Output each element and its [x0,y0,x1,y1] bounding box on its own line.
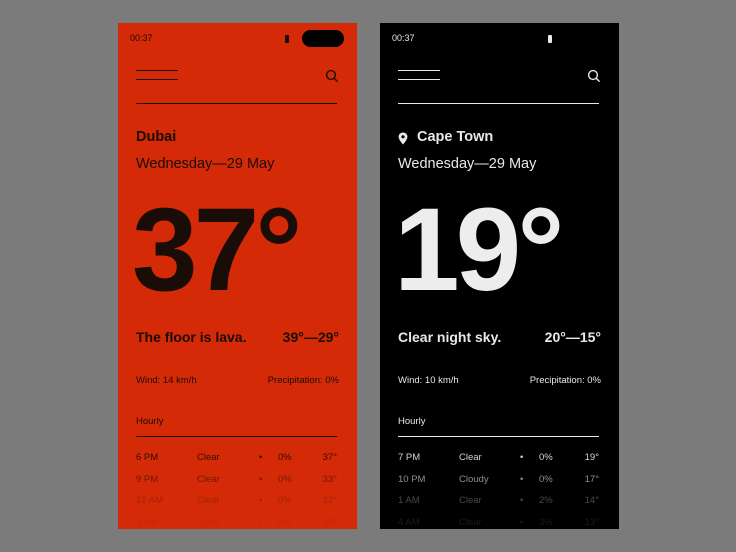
header-divider [398,103,599,105]
rain-drop-icon: • [520,452,524,463]
weather-screen-dubai: 00:37 Dubai Wednesday—29 May 37° The flo… [118,23,357,529]
menu-icon[interactable] [136,70,178,82]
current-temperature: 19° [394,184,564,316]
hour-temperature: 19° [584,452,599,463]
hourly-divider [136,436,337,438]
hour-temperature: 17° [584,473,599,485]
rain-drop-icon: • [259,473,263,485]
temperature-range: 20°—15° [544,329,601,345]
hourly-row: 10 PM Cloudy • 0% 17° [398,474,599,496]
hourly-title[interactable]: Hourly [136,416,163,427]
rain-drop-icon: • [520,516,524,528]
hour-time: 6 PM [136,452,159,463]
hour-time: 3 AM [136,516,158,528]
hourly-row: 9 PM Clear • 0% 33° [136,474,337,496]
hour-condition: Clear [197,516,220,528]
weather-description: The floor is lava. [136,329,247,345]
hourly-row: 3 AM Clear • 0% 30° [136,517,337,530]
hourly-title[interactable]: Hourly [398,416,425,427]
rain-drop-icon: • [520,473,524,485]
hourly-row: 12 AM Clear • 0% 32° [136,495,337,517]
hour-precipitation: 0% [539,473,553,485]
current-temperature: 37° [132,184,302,316]
rain-drop-icon: • [259,452,263,463]
wind-speed: Wind: 14 km/h [136,375,197,386]
hour-temperature: 13° [584,516,599,528]
precipitation: Precipitation: 0% [267,375,339,386]
dynamic-island [302,30,344,47]
hourly-divider [398,436,599,438]
hour-precipitation: 3% [539,516,553,528]
date-label: Wednesday—29 May [398,156,537,172]
battery-icon [285,35,289,43]
rain-drop-icon: • [259,495,263,506]
hourly-row: 7 PM Clear • 0% 19° [398,452,599,474]
hour-temperature: 30° [322,516,337,528]
hour-condition: Clear [197,495,220,506]
wind-speed: Wind: 10 km/h [398,375,459,386]
hour-precipitation: 2% [539,495,553,506]
hour-time: 10 PM [398,473,426,485]
weather-screen-cape-town: 00:37 Cape Town Wednesday—29 May 19° Cle… [380,23,619,529]
hour-temperature: 14° [584,495,599,506]
hour-precipitation: 0% [278,516,292,528]
rain-drop-icon: • [520,495,524,506]
hourly-row: 1 AM Clear • 2% 14° [398,495,599,517]
hour-time: 1 AM [398,495,420,506]
status-time: 00:37 [130,33,153,43]
hour-precipitation: 0% [278,452,292,463]
hour-time: 7 PM [398,452,421,463]
hourly-list[interactable]: 6 PM Clear • 0% 37° 9 PM Clear • 0% 33° … [136,452,337,529]
hour-temperature: 32° [322,495,337,506]
hour-condition: Cloudy [459,473,489,485]
location-pin-icon [398,132,408,145]
weather-description: Clear night sky. [398,329,502,345]
hour-condition: Clear [459,516,482,528]
hourly-row: 6 PM Clear • 0% 37° [136,452,337,474]
header-divider [136,103,337,105]
hour-temperature: 37° [322,452,337,463]
precipitation: Precipitation: 0% [529,375,601,386]
city-name: Dubai [136,129,177,145]
hour-condition: Clear [197,473,220,485]
menu-icon[interactable] [398,70,440,82]
city-name: Cape Town [417,129,494,145]
hour-time: 12 AM [136,495,163,506]
temperature-range: 39°—29° [282,329,339,345]
hour-precipitation: 0% [539,452,553,463]
search-icon[interactable] [586,68,602,84]
status-time: 00:37 [392,33,415,43]
date-label: Wednesday—29 May [136,156,275,172]
battery-icon [548,35,552,43]
hour-condition: Clear [459,495,482,506]
hourly-row: 4 AM Clear • 3% 13° [398,517,599,530]
rain-drop-icon: • [259,516,263,528]
search-icon[interactable] [324,68,340,84]
hour-condition: Clear [459,452,482,463]
hour-precipitation: 0% [278,495,292,506]
hour-time: 4 AM [398,516,420,528]
hour-condition: Clear [197,452,220,463]
hourly-list[interactable]: 7 PM Clear • 0% 19° 10 PM Cloudy • 0% 17… [398,452,599,529]
hour-temperature: 33° [322,473,337,485]
hour-time: 9 PM [136,473,159,485]
hour-precipitation: 0% [278,473,292,485]
